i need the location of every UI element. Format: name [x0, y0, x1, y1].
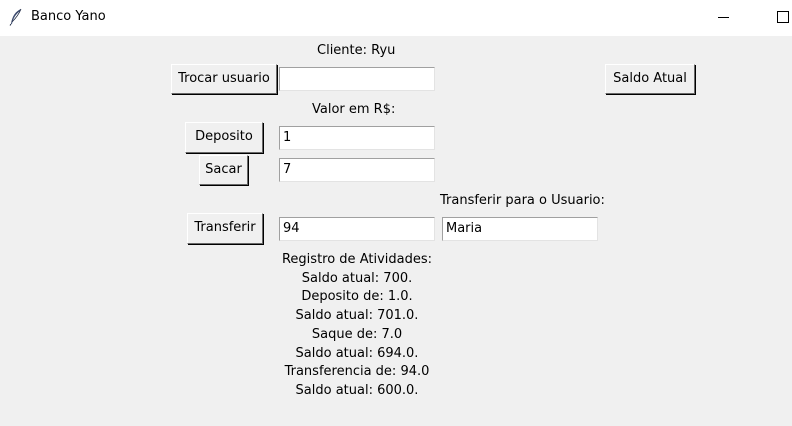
activity-log: Registro de Atividades: Saldo atual: 700…: [257, 251, 457, 401]
feather-icon: [9, 8, 22, 26]
log-line: Saldo atual: 694.0.: [295, 345, 419, 361]
saldo-atual-button[interactable]: Saldo Atual: [605, 64, 695, 94]
client-label: Cliente: Ryu: [317, 43, 396, 58]
log-line: Transferencia de: 94.0: [284, 364, 430, 380]
log-title: Registro de Atividades:: [281, 252, 432, 267]
title-bar: Banco Yano: [0, 0, 792, 36]
log-line: Saldo atual: 600.0.: [295, 382, 419, 398]
valor-label: Valor em R$:: [312, 102, 396, 117]
deposito-input[interactable]: 1: [279, 126, 435, 150]
log-line: Saldo atual: 701.0.: [295, 308, 419, 324]
usuario-input[interactable]: [279, 67, 435, 91]
transferir-button[interactable]: Transferir: [187, 213, 263, 244]
log-line: Deposito de: 1.0.: [301, 289, 413, 305]
sacar-button[interactable]: Sacar: [199, 155, 248, 185]
log-line: Saldo atual: 700.: [301, 270, 413, 286]
maximize-icon[interactable]: [756, 0, 792, 36]
log-line: Saque de: 7.0: [311, 326, 403, 342]
trocar-usuario-button[interactable]: Trocar usuario: [171, 64, 277, 94]
transferir-para-label: Transferir para o Usuario:: [440, 193, 605, 208]
deposito-button[interactable]: Deposito: [185, 122, 263, 153]
saque-input[interactable]: 7: [279, 158, 435, 182]
transferir-usuario-input[interactable]: Maria: [442, 217, 598, 241]
minimize-icon[interactable]: [700, 0, 746, 36]
main-window: Cliente: Ryu Trocar usuario Saldo Atual …: [0, 36, 792, 426]
window-title: Banco Yano: [31, 9, 106, 24]
transferir-valor-input[interactable]: 94: [279, 217, 435, 241]
